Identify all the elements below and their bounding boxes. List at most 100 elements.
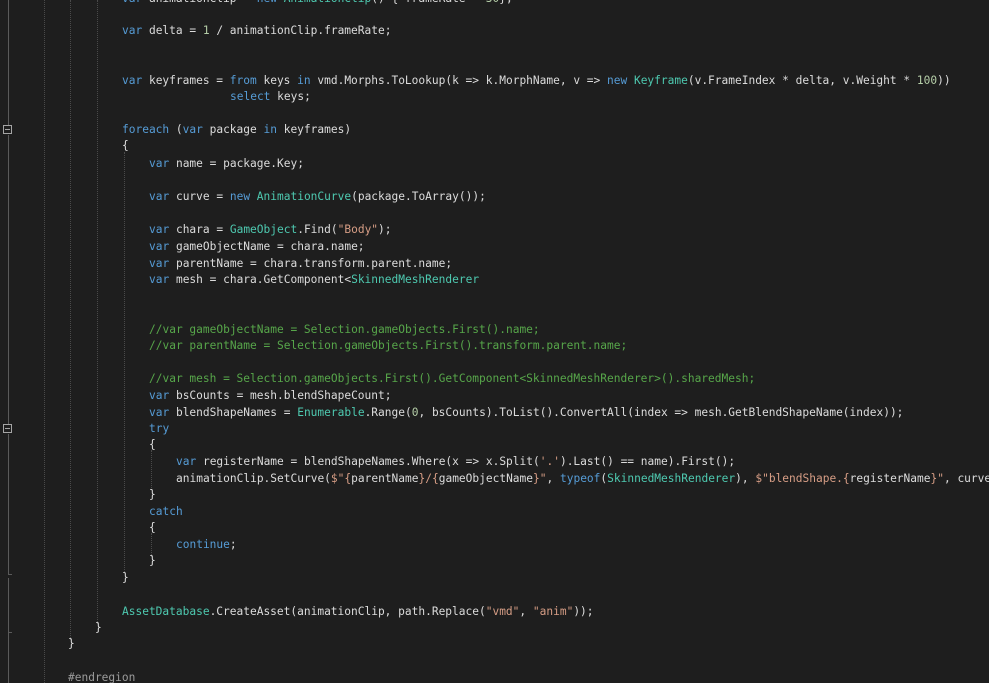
code-line[interactable]: var curve = new AnimationCurve(package.T… [149,189,486,205]
code-token: , [519,605,533,618]
code-line[interactable]: try [149,421,169,437]
indent-guide [44,0,45,683]
code-token: , bsCounts).ToList().ConvertAll(index =>… [418,406,904,419]
outline-line [8,434,9,574]
code-line[interactable]: continue; [176,537,237,553]
code-line[interactable]: //var gameObjectName = Selection.gameObj… [149,322,540,338]
code-token: AnimationClip [284,0,372,5]
code-token: animationClip = [149,0,257,5]
code-line[interactable]: foreach (var package in keyframes) [122,122,351,138]
code-token: { [149,521,156,534]
code-line[interactable]: } [68,636,75,652]
code-token: var [122,24,149,37]
code-token: Enumerable [297,406,365,419]
code-token: var [182,123,210,136]
code-token: var [122,74,149,87]
code-token: gameObjectName = chara.name; [175,240,365,253]
code-token: }" [930,472,944,485]
code-line[interactable]: } [95,620,102,636]
code-line[interactable]: var delta = 1 / animationClip.frameRate; [122,23,391,39]
code-token: )); [573,605,594,618]
code-line[interactable]: var registerName = blendShapeNames.Where… [176,454,735,470]
code-token: } [149,488,156,501]
code-token: '.' [539,455,560,468]
code-line[interactable]: var gameObjectName = chara.name; [149,239,365,255]
code-line[interactable]: var name = package.Key; [149,156,304,172]
code-token: ).Last() == name).First(); [559,455,736,468]
code-token: SkinnedMeshRenderer [351,273,480,286]
code-token: } [68,637,75,650]
indent-guide [124,152,125,572]
code-token: (v.FrameIndex * delta, v.Weight * [687,74,917,87]
code-token: 1 [202,24,210,37]
code-line[interactable]: animationClip.SetCurve($"{parentName}/{g… [176,471,989,487]
code-token: //var mesh = Selection.gameObjects.First… [149,372,756,385]
code-line[interactable]: var parentName = chara.transform.parent.… [149,256,452,272]
code-token: blendShapeNames = [175,406,298,419]
code-token: var [149,240,176,253]
code-token: delta = [148,24,203,37]
code-token: var [149,190,176,203]
code-token: in [263,123,284,136]
code-token: "vmd" [485,605,520,618]
code-token: 100 [916,74,938,87]
code-token: new [607,74,634,87]
code-line[interactable]: var bsCounts = mesh.blendShapeCount; [149,388,392,404]
code-token: }/{ [418,472,439,485]
code-token: ); [378,223,392,236]
code-line[interactable]: var keyframes = from keys in vmd.Morphs.… [122,73,951,89]
code-token: () { frameRate = [371,0,486,5]
code-line[interactable]: #endregion [68,670,135,683]
code-token: } [149,554,156,567]
collapse-foreach-icon[interactable] [3,125,12,134]
code-line[interactable]: //var parentName = Selection.gameObjects… [149,338,627,354]
code-token: typeof [559,472,601,485]
code-line[interactable]: var chara = GameObject.Find("Body"); [149,222,392,238]
code-token: ), [735,472,756,485]
code-line[interactable]: //var mesh = Selection.gameObjects.First… [149,371,755,387]
code-line[interactable]: select keys; [230,89,311,105]
code-line[interactable]: } [149,487,156,503]
code-token: $"{ [330,472,352,485]
code-token: gameObjectName [438,472,534,485]
code-token: select [230,90,278,103]
code-token: ; [229,538,237,551]
code-line[interactable]: { [149,437,156,453]
code-token: from [229,74,264,87]
code-token: keys; [277,90,311,103]
code-token: registerName = blendShapeNames.Where(x =… [202,455,540,468]
code-line[interactable]: AssetDatabase.CreateAsset(animationClip,… [122,604,594,620]
collapse-try-icon[interactable] [3,424,12,433]
code-token: { [149,438,156,451]
code-line[interactable]: catch [149,504,183,520]
code-line[interactable]: var blendShapeNames = Enumerable.Range(0… [149,405,903,421]
code-token: 30 [486,0,499,5]
code-token: parentName = chara.transform.parent.name… [175,257,453,270]
outline-end-tick [8,574,12,575]
code-token: catch [149,505,183,518]
outline-line [8,135,9,424]
code-token: , curve); [943,472,989,485]
code-token: //var parentName = Selection.gameObjects… [149,339,628,352]
code-token: }" [533,472,547,485]
code-token: new [257,0,284,5]
code-token: animationClip.SetCurve( [176,472,331,485]
code-token: in [297,74,318,87]
code-token: var [149,157,176,170]
code-token: Keyframe [633,74,688,87]
code-line[interactable]: } [149,553,156,569]
code-token: AssetDatabase [122,605,210,618]
code-token: //var gameObjectName = Selection.gameObj… [149,323,540,336]
code-token: registerName [849,472,931,485]
code-line[interactable]: { [149,520,156,536]
code-line[interactable]: { [122,138,129,154]
code-token: (package.ToArray()); [351,190,486,203]
code-line[interactable]: var mesh = chara.GetComponent<SkinnedMes… [149,272,479,288]
code-editor[interactable]: var animationClip = new AnimationClip() … [0,0,989,683]
code-token: keyframes) [283,123,352,136]
code-token: #endregion [68,671,136,683]
code-token: } [122,571,129,584]
code-line[interactable]: } [122,570,129,586]
code-token: var [149,273,176,286]
code-line[interactable]: var animationClip = new AnimationClip() … [122,0,513,7]
